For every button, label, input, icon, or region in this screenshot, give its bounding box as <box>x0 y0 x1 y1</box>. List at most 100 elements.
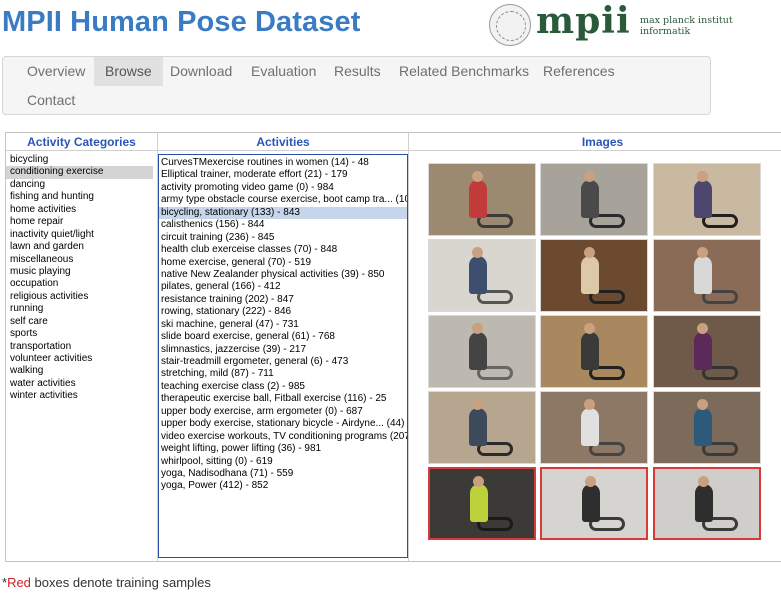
nav-references[interactable]: References <box>532 57 626 86</box>
activities-panel: Activities CurvesTMexercise routines in … <box>158 133 408 561</box>
activity-item[interactable]: Elliptical trainer, moderate effort (21)… <box>159 169 407 181</box>
legend-red-word: Red <box>7 575 31 590</box>
activity-item[interactable]: upper body exercise, arm ergometer (0) -… <box>159 406 407 418</box>
mpi-logo: mpii max planck institut informatik <box>489 0 779 48</box>
nav-evaluation[interactable]: Evaluation <box>240 57 327 86</box>
categories-header: Activity Categories <box>6 133 157 151</box>
activity-item[interactable]: yoga, Nadisodhana (71) - 559 <box>159 468 407 480</box>
image-recumbent-low[interactable] <box>428 391 536 464</box>
logo-line-1: max planck institut <box>640 15 733 26</box>
category-item[interactable]: miscellaneous <box>6 254 157 266</box>
category-item[interactable]: water activities <box>6 378 157 390</box>
image-white-bike-stand[interactable] <box>540 391 648 464</box>
activity-item[interactable]: therapeutic exercise ball, Fitball exerc… <box>159 393 407 405</box>
legend-text: boxes denote training samples <box>30 575 211 590</box>
category-item[interactable]: lawn and garden <box>6 241 157 253</box>
category-item[interactable]: home repair <box>6 216 157 228</box>
category-item[interactable]: religious activities <box>6 291 157 303</box>
activity-item[interactable]: CurvesTMexercise routines in women (14) … <box>159 157 407 169</box>
image-bike-hallway[interactable] <box>428 315 536 388</box>
activity-item[interactable]: home exercise, general (70) - 519 <box>159 257 407 269</box>
nav-related-benchmarks[interactable]: Related Benchmarks <box>388 57 540 86</box>
activity-item[interactable]: weight lifting, power lifting (36) - 981 <box>159 443 407 455</box>
person-figure <box>581 255 600 294</box>
activity-item[interactable]: pilates, general (166) - 412 <box>159 281 407 293</box>
activity-item[interactable]: yoga, Power (412) - 852 <box>159 480 407 492</box>
nav-results[interactable]: Results <box>323 57 392 86</box>
activity-item[interactable]: health club exerceise classes (70) - 848 <box>159 244 407 256</box>
image-club-bike-3[interactable] <box>653 467 761 540</box>
image-white-bike-room[interactable] <box>428 239 536 312</box>
image-white-bike-close[interactable] <box>653 239 761 312</box>
activity-item[interactable]: slimnastics, jazzercise (39) - 217 <box>159 344 407 356</box>
image-group-class[interactable] <box>428 163 536 236</box>
activity-item[interactable]: activity promoting video game (0) - 984 <box>159 182 407 194</box>
category-item[interactable]: running <box>6 303 157 315</box>
activities-listbox[interactable]: CurvesTMexercise routines in women (14) … <box>158 154 408 558</box>
activity-item[interactable]: stretching, mild (87) - 711 <box>159 368 407 380</box>
activity-item[interactable]: stair-treadmill ergometer, general (6) -… <box>159 356 407 368</box>
category-item[interactable]: sports <box>6 328 157 340</box>
nav-download[interactable]: Download <box>159 57 243 86</box>
seal-icon <box>489 4 531 46</box>
image-recumbent-room[interactable] <box>540 315 648 388</box>
dataset-browser: Activity Categories bicycling conditionin… <box>5 132 781 562</box>
categories-panel: Activity Categories bicycling conditionin… <box>6 133 158 561</box>
activity-item[interactable]: native New Zealander physical activities… <box>159 269 407 281</box>
person-head <box>472 475 484 487</box>
activity-item[interactable]: slide board exercise, general (61) - 768 <box>159 331 407 343</box>
person-figure <box>581 331 600 370</box>
image-rider-closeup[interactable] <box>653 315 761 388</box>
activity-item[interactable]: whirlpool, sitting (0) - 619 <box>159 456 407 468</box>
person-figure <box>694 255 713 294</box>
category-item[interactable]: dancing <box>6 179 157 191</box>
nav-overview[interactable]: Overview <box>16 57 96 86</box>
activities-list: CurvesTMexercise routines in women (14) … <box>159 155 407 493</box>
legend-note: *Red boxes denote training samples <box>2 575 211 590</box>
nav-browse[interactable]: Browse <box>94 57 163 86</box>
activity-item[interactable]: video exercise workouts, TV conditioning… <box>159 431 407 443</box>
person-figure <box>694 407 713 446</box>
images-panel: Images <box>408 133 781 561</box>
activity-item[interactable]: resistance training (202) - 847 <box>159 294 407 306</box>
category-item[interactable]: winter activities <box>6 390 157 402</box>
activity-item[interactable]: circuit training (236) - 845 <box>159 232 407 244</box>
activity-item[interactable]: bicycling, stationary (133) - 843 <box>159 206 407 220</box>
category-item[interactable]: self care <box>6 316 157 328</box>
category-item[interactable]: inactivity quiet/light <box>6 229 157 241</box>
site-title: MPII Human Pose Dataset <box>2 6 361 38</box>
activity-item[interactable]: rowing, stationary (222) - 846 <box>159 306 407 318</box>
category-item[interactable]: transportation <box>6 341 157 353</box>
person-figure <box>469 484 488 523</box>
person-figure <box>581 484 600 523</box>
person-figure <box>694 331 713 370</box>
image-club-bike-2[interactable] <box>540 467 648 540</box>
image-club-bike-1[interactable] <box>428 467 536 540</box>
person-figure <box>581 179 600 218</box>
category-item[interactable]: music playing <box>6 266 157 278</box>
image-recumbent-bike[interactable] <box>653 163 761 236</box>
activity-item[interactable]: army type obstacle course exercise, boot… <box>159 194 407 206</box>
image-rider-logo[interactable] <box>653 391 761 464</box>
person-figure <box>694 484 713 523</box>
category-item[interactable]: home activities <box>6 204 157 216</box>
main-nav: Overview Browse Download Evaluation Resu… <box>2 56 711 115</box>
category-item[interactable]: volunteer activities <box>6 353 157 365</box>
activity-item[interactable]: teaching exercise class (2) - 985 <box>159 381 407 393</box>
activities-header: Activities <box>158 133 408 151</box>
person-figure <box>469 179 488 218</box>
activity-item[interactable]: calisthenics (156) - 844 <box>159 219 407 231</box>
images-header: Images <box>409 133 781 151</box>
nav-contact[interactable]: Contact <box>16 86 86 115</box>
activity-item[interactable]: ski machine, general (47) - 731 <box>159 319 407 331</box>
category-item[interactable]: fishing and hunting <box>6 191 157 203</box>
category-item[interactable]: conditioning exercise <box>6 166 153 179</box>
activity-item[interactable]: upper body exercise, stationary bicycle … <box>159 418 407 430</box>
category-item[interactable]: bicycling <box>6 154 157 166</box>
image-bike-living-room[interactable] <box>540 239 648 312</box>
image-spin-class[interactable] <box>540 163 648 236</box>
logo-text: max planck institut informatik <box>640 15 733 37</box>
category-item[interactable]: occupation <box>6 278 157 290</box>
categories-list: bicycling conditioning exercise dancing fis… <box>6 151 157 403</box>
category-item[interactable]: walking <box>6 365 157 377</box>
